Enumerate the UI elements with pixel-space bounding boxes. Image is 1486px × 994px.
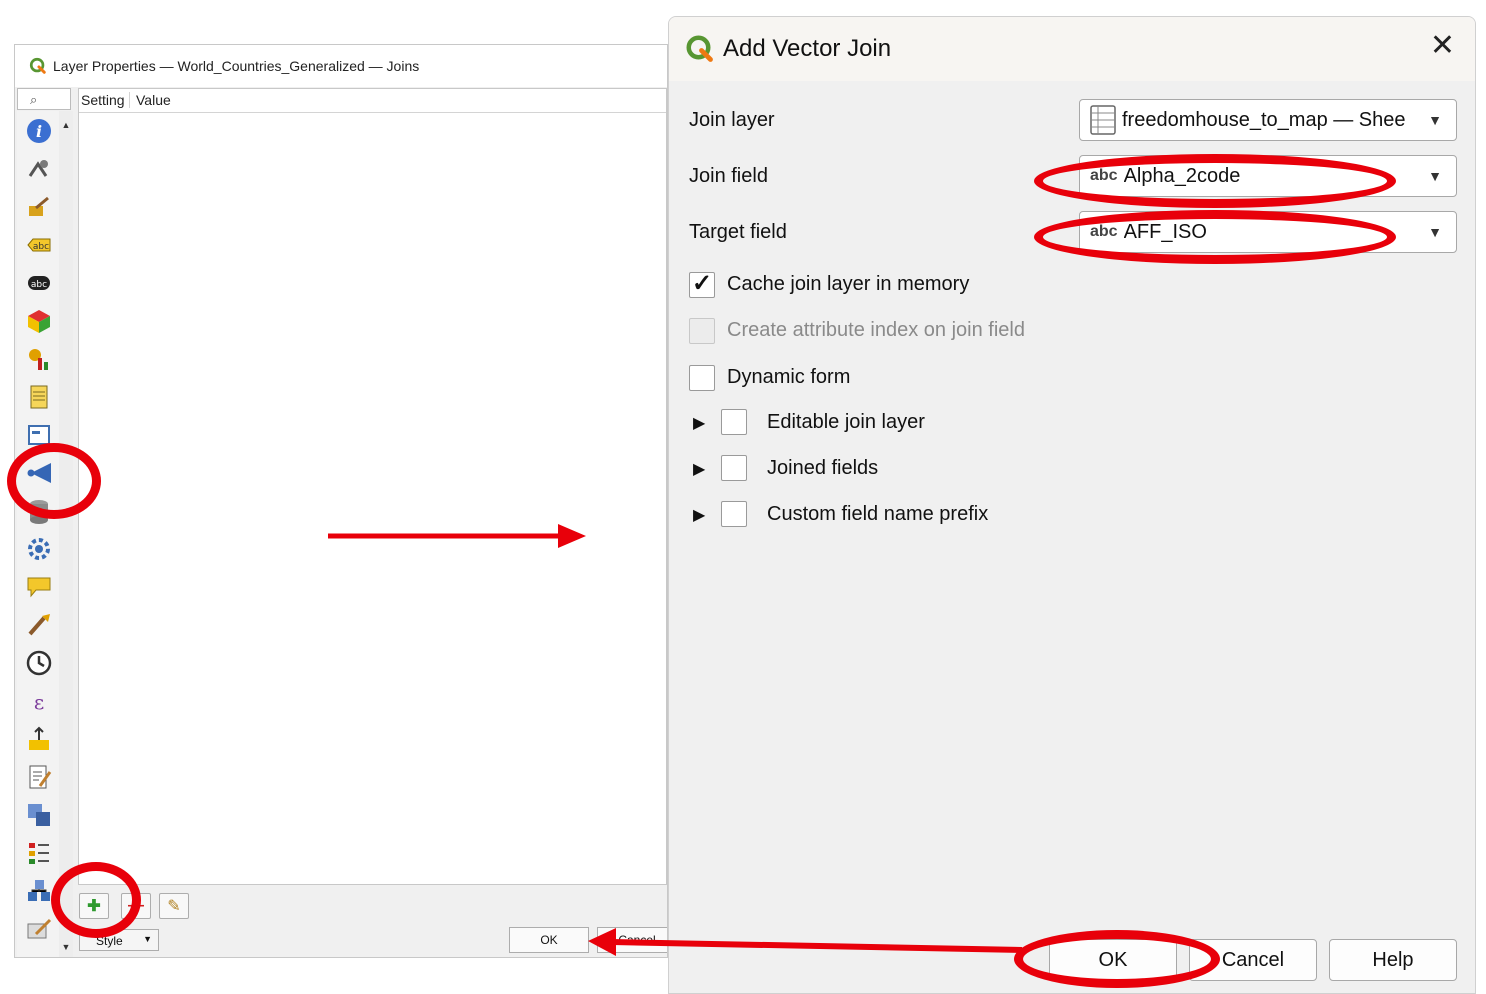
joins-tree[interactable]: Setting Value: [78, 88, 667, 885]
annotation-circle-target-field: [1034, 210, 1396, 264]
masks-icon[interactable]: abc: [25, 269, 53, 297]
elevation-icon[interactable]: [25, 725, 53, 753]
3d-view-icon[interactable]: [25, 307, 53, 335]
digitizing-icon[interactable]: [25, 915, 53, 943]
symbology-icon[interactable]: [25, 193, 53, 221]
expand-joined-fields-icon[interactable]: ▶: [693, 459, 705, 479]
scroll-down-icon[interactable]: ▼: [59, 941, 73, 953]
dependencies-icon[interactable]: [25, 801, 53, 829]
annotation-circle-ok-button: [1014, 930, 1220, 988]
dropdown-arrow-icon: ▼: [143, 934, 152, 944]
checkmark-icon: ✓: [692, 270, 713, 297]
join-layer-value: freedomhouse_to_map — Shee: [1122, 108, 1406, 131]
join-field-label: Join field: [689, 165, 768, 187]
chevron-down-icon: ▼: [1428, 112, 1442, 128]
svg-text:abc: abc: [31, 280, 47, 290]
labels-icon[interactable]: abc: [25, 231, 53, 259]
joined-fields-checkbox[interactable]: [721, 455, 747, 481]
properties-sidebar: i abc abc ε: [17, 111, 60, 957]
expand-prefix-icon[interactable]: ▶: [693, 505, 705, 525]
cache-join-label: Cache join layer in memory: [727, 273, 970, 295]
server-icon[interactable]: [25, 877, 53, 905]
layer-properties-window: Layer Properties — World_Countries_Gener…: [14, 44, 668, 958]
chevron-down-icon: ▼: [1428, 168, 1442, 184]
cache-join-checkbox[interactable]: ✓: [689, 270, 715, 298]
rendering-icon[interactable]: [25, 611, 53, 639]
join-layer-combo[interactable]: freedomhouse_to_map — Shee ▼: [1079, 99, 1457, 141]
close-icon[interactable]: ✕: [1430, 31, 1455, 61]
annotation-circle-add-button: [51, 862, 141, 938]
actions-icon[interactable]: [25, 535, 53, 563]
qgis-logo-icon: [685, 34, 715, 64]
metadata-icon[interactable]: [25, 763, 53, 791]
sidebar-scrollbar[interactable]: ▲ ▼: [59, 111, 73, 957]
editable-join-layer-label: Editable join layer: [767, 411, 925, 433]
join-layer-label: Join layer: [689, 109, 775, 131]
annotation-arrow-right: [328, 524, 586, 548]
info-icon[interactable]: i: [25, 117, 53, 145]
legend-icon[interactable]: [25, 839, 53, 867]
qgis-logo-icon: [29, 57, 47, 75]
diagrams-icon[interactable]: [25, 345, 53, 373]
dynamic-form-label: Dynamic form: [727, 366, 851, 388]
source-icon[interactable]: [25, 155, 53, 183]
target-field-label: Target field: [689, 221, 787, 243]
layer-properties-ok-button[interactable]: OK: [509, 927, 589, 953]
editable-join-layer-checkbox[interactable]: [721, 409, 747, 435]
svg-text:ε: ε: [34, 690, 44, 714]
search-input[interactable]: ⌕: [17, 88, 71, 110]
display-icon[interactable]: [25, 573, 53, 601]
scroll-up-icon[interactable]: ▲: [59, 119, 73, 131]
expand-editable-icon[interactable]: ▶: [693, 413, 705, 433]
search-icon: ⌕: [30, 92, 38, 107]
chevron-down-icon: ▼: [1428, 224, 1442, 240]
temporal-icon[interactable]: [25, 649, 53, 677]
dynamic-form-checkbox[interactable]: [689, 365, 715, 391]
help-button[interactable]: Help: [1329, 939, 1457, 981]
custom-prefix-label: Custom field name prefix: [767, 503, 989, 525]
svg-text:i: i: [36, 122, 42, 141]
add-vector-join-dialog: Add Vector Join ✕ Join layer freedomhous…: [668, 16, 1476, 994]
fields-icon[interactable]: [25, 383, 53, 411]
dialog-titlebar: Add Vector Join ✕: [669, 17, 1475, 81]
window-title: Layer Properties — World_Countries_Gener…: [53, 58, 420, 74]
variables-icon[interactable]: ε: [25, 687, 53, 715]
joined-fields-label: Joined fields: [767, 457, 879, 479]
edit-join-button[interactable]: ✎: [159, 893, 189, 919]
dialog-title: Add Vector Join: [723, 35, 892, 62]
custom-prefix-checkbox[interactable]: [721, 501, 747, 527]
spreadsheet-layer-icon: [1090, 105, 1116, 135]
annotation-circle-joins-tab: [7, 443, 101, 519]
column-header-value[interactable]: Value: [136, 92, 171, 108]
layer-properties-titlebar: Layer Properties — World_Countries_Gener…: [15, 45, 667, 87]
joins-table-header: Setting Value: [79, 89, 666, 113]
annotation-arrow-left: [588, 928, 1023, 956]
column-header-setting[interactable]: Setting: [81, 92, 130, 108]
annotation-circle-join-field: [1034, 154, 1396, 208]
pencil-icon: ✎: [167, 898, 181, 915]
attribute-index-checkbox: [689, 318, 715, 344]
svg-text:abc: abc: [33, 242, 49, 252]
attribute-index-label: Create attribute index on join field: [727, 319, 1025, 341]
